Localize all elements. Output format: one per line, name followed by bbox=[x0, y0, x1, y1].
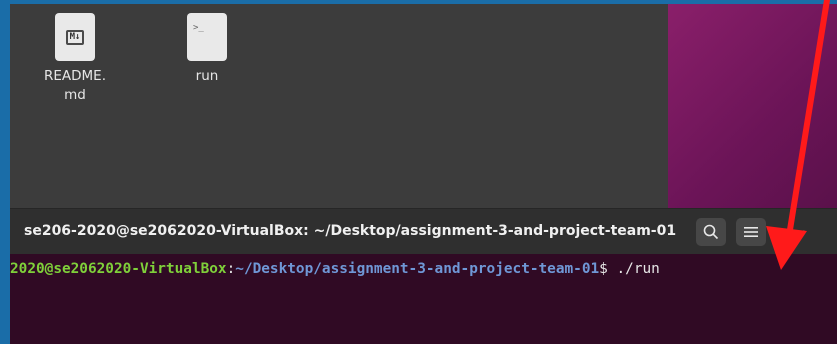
red-annotation-arrow bbox=[766, 0, 830, 270]
